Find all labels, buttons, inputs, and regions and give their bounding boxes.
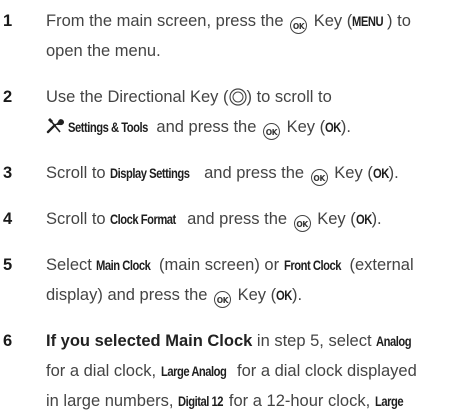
step-number: 6 [3,332,13,350]
analog-label: Analog [376,333,412,349]
menu-label: MENU [352,13,384,29]
step-number: 5 [3,256,13,274]
step-text: Use the Directional Key ( ) to scroll to… [46,82,466,142]
ok-label: OK [372,165,389,181]
settings-tools-label: Settings & Tools [68,119,148,135]
ok-key-icon: OK [214,291,232,308]
display-settings-label: Display Settings [110,165,190,181]
main-clock-label: Main Clock [96,257,151,273]
digital-12-label: Digital 12 [178,393,224,409]
ok-label: OK [276,287,292,303]
ok-key-icon: OK [293,215,311,232]
ok-key-icon: OK [262,123,280,140]
large-label: Large [374,393,404,409]
step-text: Scroll to Clock Format and press the OK … [46,204,466,234]
if-main-clock-heading: If you selected Main Clock [46,332,253,350]
step-text: Scroll to Display Settings and press the… [46,158,466,188]
settings-tools-icon [46,118,64,134]
ok-key-icon: OK [290,17,308,34]
ok-label: OK [355,211,372,227]
ok-key-icon: OK [310,169,328,186]
step-number: 4 [3,210,13,228]
step-number: 2 [3,88,13,106]
step-text: From the main screen, press the OK Key (… [46,6,466,66]
step-number: 1 [3,12,13,30]
front-clock-label: Front Clock [283,257,341,273]
ok-label: OK [325,119,341,135]
directional-key-icon [228,88,247,106]
step-number: 3 [3,164,13,182]
step-text: Select Main Clock (main screen) or Front… [46,250,466,310]
step-text: If you selected Main Clock in step 5, se… [46,326,466,416]
large-analog-label: Large Analog [160,363,227,379]
clock-format-label: Clock Format [110,211,177,227]
